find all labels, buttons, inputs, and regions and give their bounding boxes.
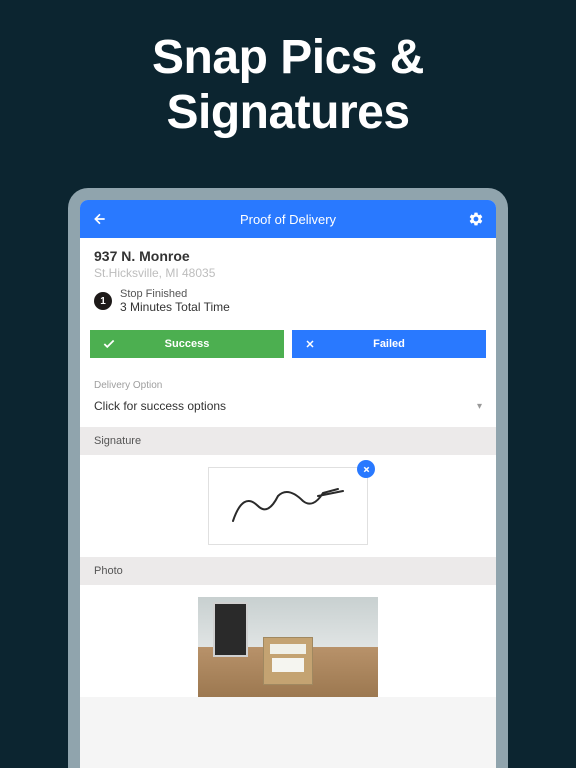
failed-label: Failed <box>373 338 405 350</box>
close-icon <box>304 338 316 350</box>
success-label: Success <box>165 338 210 350</box>
photo-package <box>263 637 313 685</box>
photo-section-header: Photo <box>80 557 496 585</box>
address-street: 937 N. Monroe <box>94 248 482 264</box>
signature-thumbnail[interactable] <box>208 467 368 545</box>
check-icon <box>102 337 116 351</box>
device-mock: Proof of Delivery 937 N. Monroe St.Hicks… <box>68 188 508 768</box>
step-label: Stop Finished <box>120 288 230 300</box>
step-texts: Stop Finished 3 Minutes Total Time <box>120 288 230 314</box>
settings-button[interactable] <box>468 211 484 227</box>
hero-title: Snap Pics & Signatures <box>0 0 576 160</box>
photo-package-label2 <box>272 658 304 672</box>
step-row: 1 Stop Finished 3 Minutes Total Time <box>94 288 482 314</box>
address-block: 937 N. Monroe St.Hicksville, MI 48035 1 … <box>80 238 496 322</box>
success-button[interactable]: Success <box>90 330 284 358</box>
signature-block <box>80 455 496 557</box>
app-header: Proof of Delivery <box>80 200 496 238</box>
delivery-option-block: Delivery Option Click for success option… <box>80 368 496 427</box>
signature-image <box>223 481 353 531</box>
chevron-down-icon: ▾ <box>477 401 482 412</box>
close-icon <box>362 465 371 474</box>
status-button-row: Success Failed <box>80 322 496 368</box>
dropdown-value: Click for success options <box>94 399 226 413</box>
hero-line1: Snap Pics & <box>152 31 424 84</box>
failed-button[interactable]: Failed <box>292 330 486 358</box>
signature-section-header: Signature <box>80 427 496 455</box>
photo-door <box>213 602 248 657</box>
hero-line2: Signatures <box>166 86 409 139</box>
arrow-left-icon <box>92 211 108 227</box>
delivery-option-label: Delivery Option <box>94 380 482 391</box>
photo-package-label1 <box>270 644 306 654</box>
photo-block <box>80 585 496 697</box>
back-button[interactable] <box>92 211 108 227</box>
photo-thumbnail[interactable] <box>198 597 378 697</box>
marketing-frame: Snap Pics & Signatures Proof of Delivery… <box>0 0 576 768</box>
remove-signature-button[interactable] <box>357 460 375 478</box>
gear-icon <box>468 211 484 227</box>
app-screen: Proof of Delivery 937 N. Monroe St.Hicks… <box>80 200 496 768</box>
address-city: St.Hicksville, MI 48035 <box>94 266 482 280</box>
step-number-badge: 1 <box>94 292 112 310</box>
step-time: 3 Minutes Total Time <box>120 300 230 314</box>
delivery-option-dropdown[interactable]: Click for success options ▾ <box>94 397 482 415</box>
header-title: Proof of Delivery <box>240 212 336 227</box>
